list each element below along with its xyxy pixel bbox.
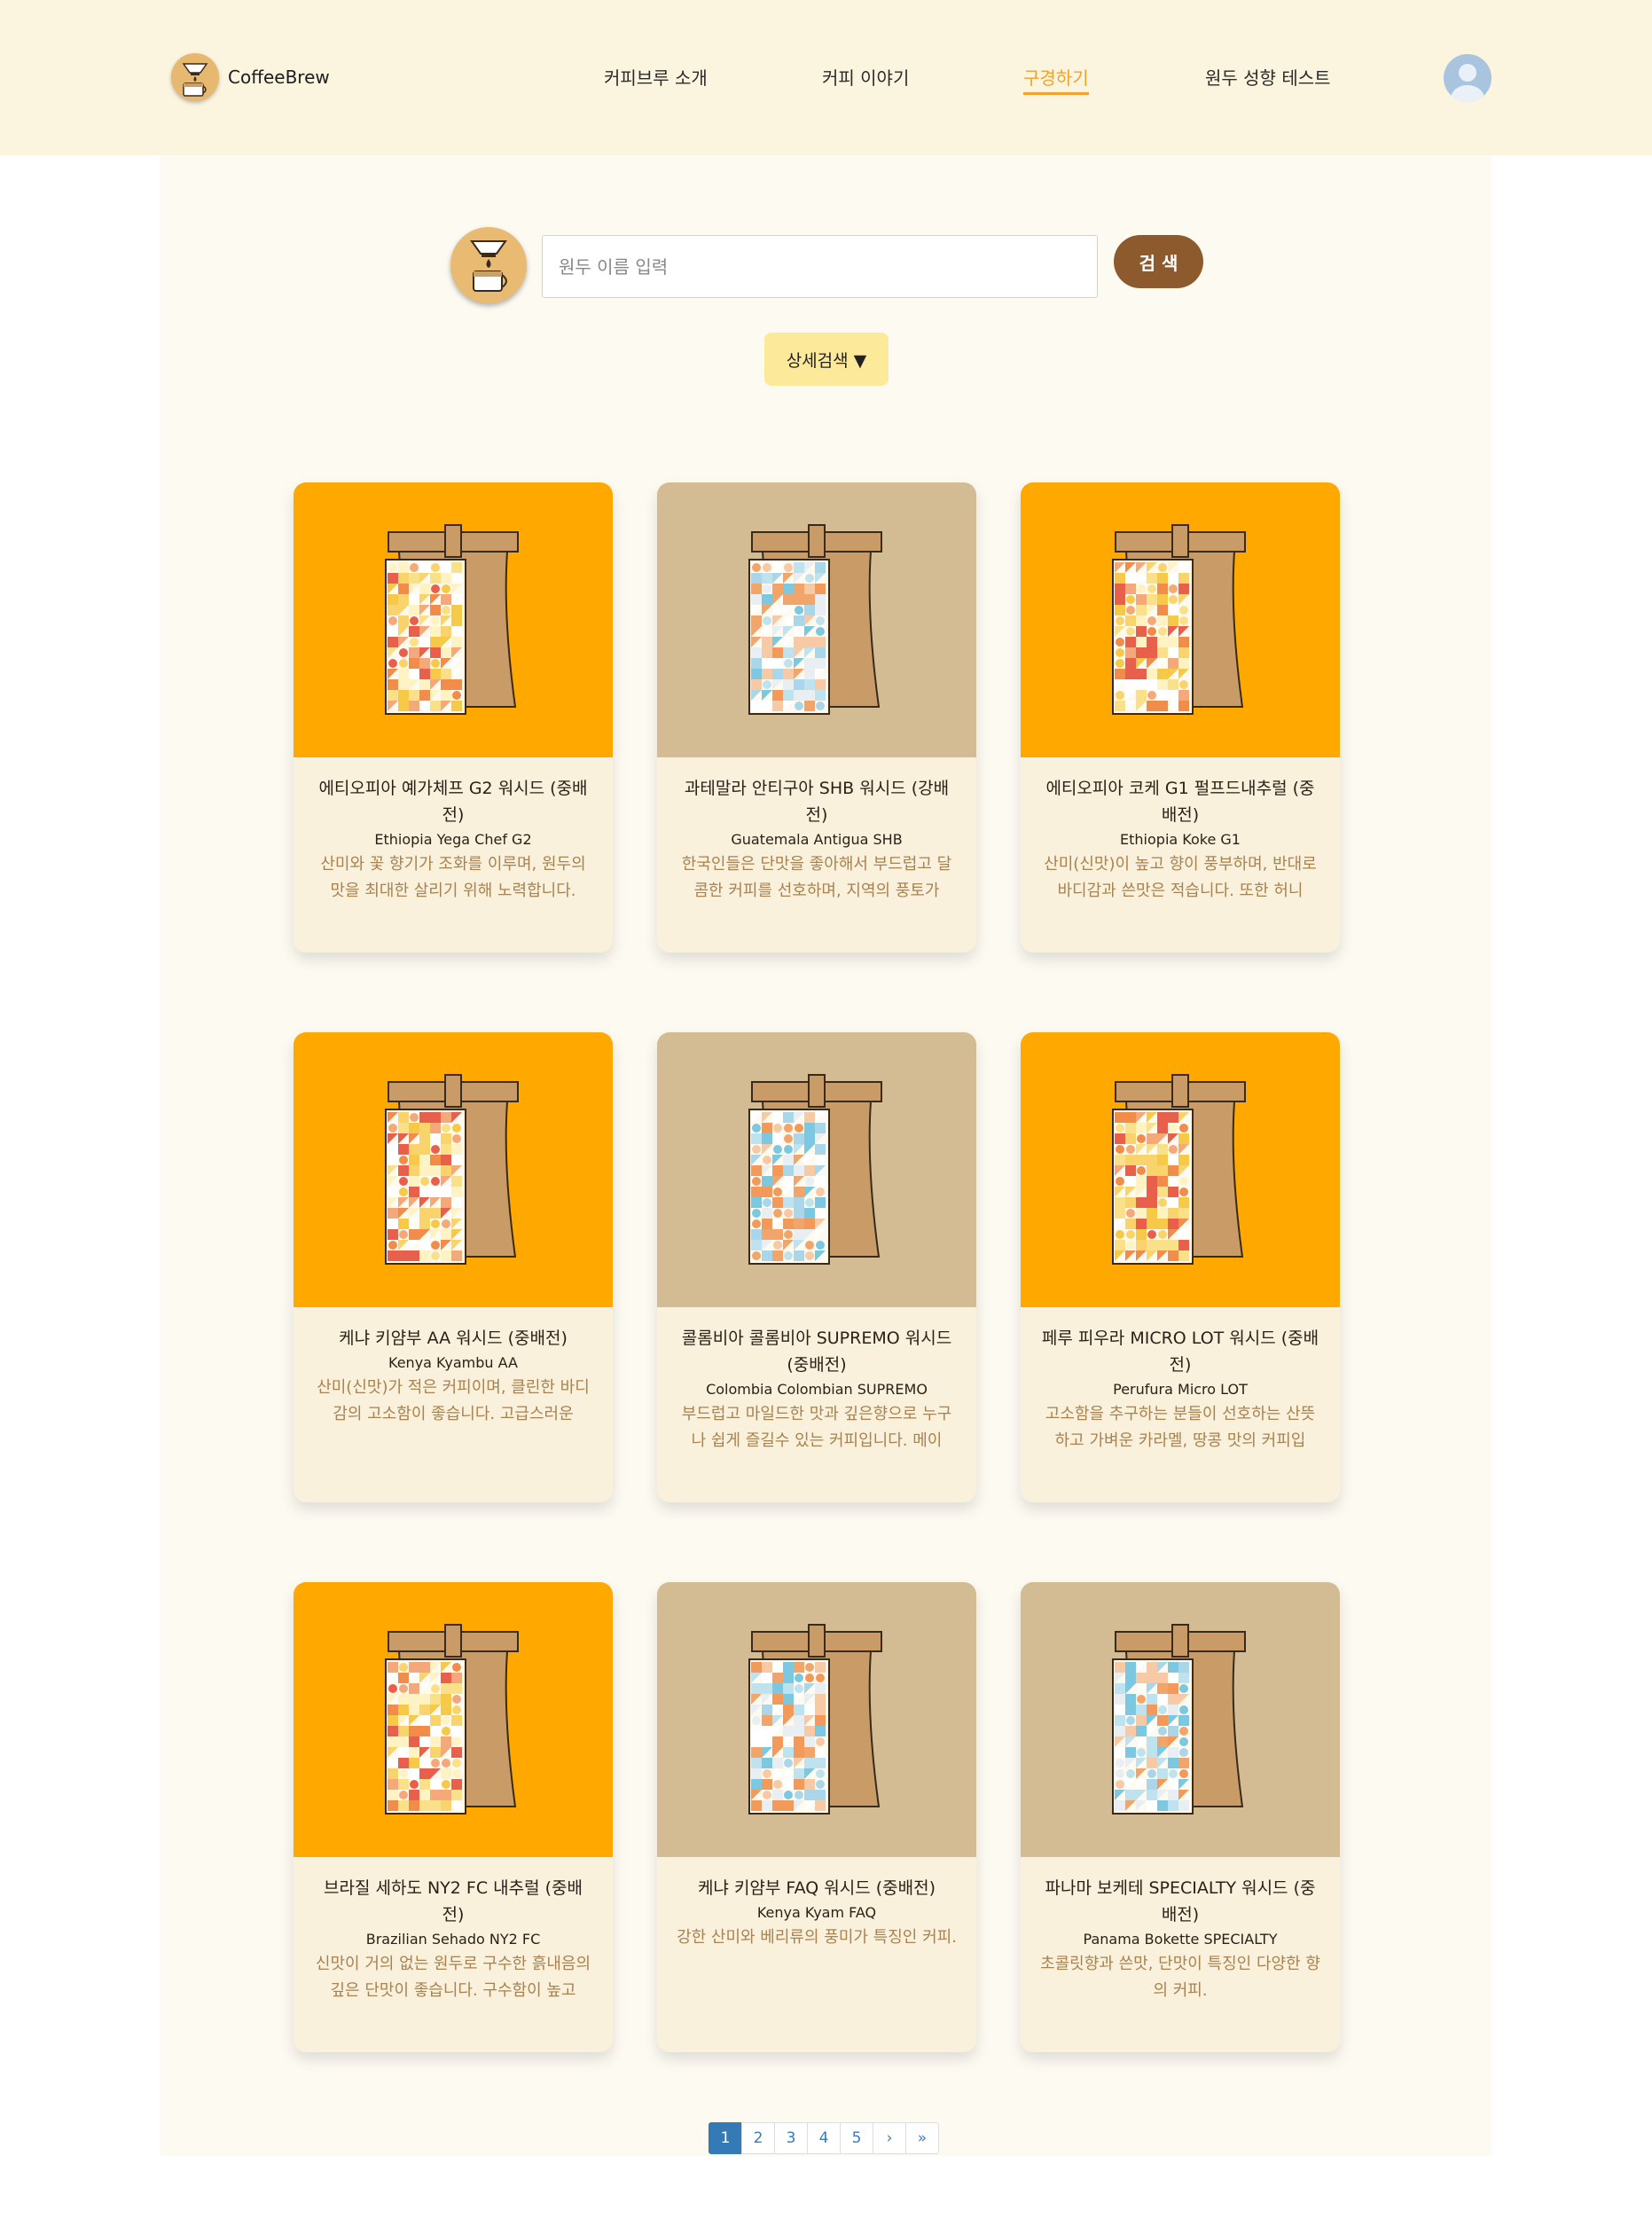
product-card[interactable]: 콜롬비아 콜롬비아 SUPREMO 워시드 (중배전) Colombia Colo… — [657, 1032, 976, 1502]
nav-about[interactable]: 커피브루 소개 — [604, 64, 708, 90]
card-body: 에티오피아 코케 G1 펄프드내추럴 (중배전) Ethiopia Koke G1… — [1021, 757, 1340, 952]
product-card[interactable]: 페루 피우라 MICRO LOT 워시드 (중배전) Perufura Micro… — [1021, 1032, 1340, 1502]
coffee-bag-image[interactable] — [657, 482, 976, 757]
product-description: 초콜릿향과 쓴맛, 단맛이 특징인 다양한 향의 커피. — [1040, 1955, 1320, 2000]
product-english-name: Colombia Colombian SUPREMO — [706, 1381, 928, 1398]
product-name: 에티오피아 코케 G1 펄프드내추럴 (중배전) — [1045, 779, 1315, 825]
product-name: 페루 피우라 MICRO LOT 워시드 (중배전) — [1041, 1329, 1319, 1375]
search-input[interactable] — [542, 235, 1098, 298]
page-3[interactable]: 3 — [774, 2122, 808, 2154]
card-body: 콜롬비아 콜롬비아 SUPREMO 워시드 (중배전) Colombia Colo… — [657, 1307, 976, 1502]
product-name: 과테말라 안티구아 SHB 워시드 (강배전) — [684, 779, 950, 825]
product-english-name: Perufura Micro LOT — [1113, 1381, 1248, 1398]
product-english-name: Kenya Kyam FAQ — [756, 1904, 877, 1921]
card-body: 케냐 키얌부 FAQ 워시드 (중배전) Kenya Kyam FAQ 강한 산미와… — [657, 1857, 976, 2052]
product-english-name: Brazilian Sehado NY2 FC — [365, 1931, 541, 1948]
coffee-bag-image[interactable] — [1021, 482, 1340, 757]
card-body: 에티오피아 예가체프 G2 워시드 (중배전) Ethiopia Yega Che… — [294, 757, 613, 952]
product-english-name: Kenya Kyambu AA — [388, 1354, 518, 1371]
top-navbar: CoffeeBrew 커피브루 소개 커피 이야기 구경하기 원두 성향 테스트 — [0, 0, 1652, 155]
card-body: 케냐 키얌부 AA 워시드 (중배전) Kenya Kyambu AA 산미(신맛)… — [294, 1307, 613, 1502]
coffee-bag-image[interactable] — [657, 1582, 976, 1857]
product-card[interactable]: 케냐 키얌부 FAQ 워시드 (중배전) Kenya Kyam FAQ 강한 산미와… — [657, 1582, 976, 2052]
page-4[interactable]: 4 — [807, 2122, 841, 2154]
coffee-bag-image[interactable] — [294, 1582, 613, 1857]
coffee-bag-image[interactable] — [294, 1032, 613, 1307]
coffee-bag-image[interactable] — [1021, 1032, 1340, 1307]
page-2[interactable]: 2 — [741, 2122, 775, 2154]
product-card[interactable]: 과테말라 안티구아 SHB 워시드 (강배전) Guatemala Antigua… — [657, 482, 976, 952]
product-description: 고소함을 추구하는 분들이 선호하는 산뜻하고 가벼운 카라멜, 땅콩 맛의 커… — [1045, 1405, 1316, 1450]
product-card[interactable]: 파나마 보케테 SPECIALTY 워시드 (중배전) Panama Bokett… — [1021, 1582, 1340, 2052]
brand-logo[interactable]: CoffeeBrew — [171, 53, 330, 101]
product-card[interactable]: 에티오피아 코케 G1 펄프드내추럴 (중배전) Ethiopia Koke G1… — [1021, 482, 1340, 952]
page-1[interactable]: 1 — [709, 2122, 742, 2154]
advanced-search-button[interactable]: 상세검색 ▼ — [764, 333, 889, 386]
coffee-drip-icon — [450, 227, 527, 303]
nav-bean-test[interactable]: 원두 성향 테스트 — [1205, 64, 1331, 90]
coffee-bag-image[interactable] — [657, 1032, 976, 1307]
coffee-bag-image[interactable] — [1021, 1582, 1340, 1857]
pagination: 1 2 3 4 5 › » — [709, 2122, 939, 2154]
card-body: 과테말라 안티구아 SHB 워시드 (강배전) Guatemala Antigua… — [657, 757, 976, 952]
card-body: 브라질 세하도 NY2 FC 내추럴 (중배전) Brazilian Sehado… — [294, 1857, 613, 2052]
page-last[interactable]: » — [905, 2122, 939, 2154]
product-description: 부드럽고 마일드한 맛과 깊은향으로 누구나 쉽게 즐길수 있는 커피입니다. … — [681, 1405, 952, 1450]
brand-name: CoffeeBrew — [228, 67, 330, 88]
page-5[interactable]: 5 — [840, 2122, 873, 2154]
product-description: 산미(신맛)이 높고 향이 풍부하며, 반대로 바디감과 쓴맛은 적습니다. 또… — [1044, 855, 1317, 900]
product-description: 강한 산미와 베리류의 풍미가 특징인 커피. — [677, 1928, 957, 1947]
product-description: 한국인들은 단맛을 좋아해서 부드럽고 달콤한 커피를 선호하며, 지역의 풍토… — [681, 855, 952, 900]
user-avatar-icon[interactable] — [1444, 54, 1491, 102]
product-description: 산미와 꽃 향기가 조화를 이루며, 원두의 맛을 최대한 살리기 위해 노력합… — [320, 855, 586, 900]
product-card[interactable]: 케냐 키얌부 AA 워시드 (중배전) Kenya Kyambu AA 산미(신맛)… — [294, 1032, 613, 1502]
product-english-name: Guatemala Antigua SHB — [731, 831, 903, 848]
card-body: 페루 피우라 MICRO LOT 워시드 (중배전) Perufura Micro… — [1021, 1307, 1340, 1502]
product-name: 브라질 세하도 NY2 FC 내추럴 (중배전) — [324, 1878, 583, 1924]
product-english-name: Panama Bokette SPECIALTY — [1083, 1931, 1278, 1948]
coffee-logo-icon — [171, 53, 219, 101]
product-name: 케냐 키얌부 AA 워시드 (중배전) — [339, 1329, 568, 1348]
product-name: 케냐 키얌부 FAQ 워시드 (중배전) — [697, 1878, 936, 1898]
product-english-name: Ethiopia Yega Chef G2 — [374, 831, 532, 848]
product-card[interactable]: 에티오피아 예가체프 G2 워시드 (중배전) Ethiopia Yega Che… — [294, 482, 613, 952]
product-name: 파나마 보케테 SPECIALTY 워시드 (중배전) — [1045, 1878, 1316, 1924]
nav-coffee-story[interactable]: 커피 이야기 — [822, 64, 909, 90]
search-button[interactable]: 검 색 — [1114, 235, 1203, 288]
card-body: 파나마 보케테 SPECIALTY 워시드 (중배전) Panama Bokett… — [1021, 1857, 1340, 2052]
coffee-bag-image[interactable] — [294, 482, 613, 757]
product-card[interactable]: 브라질 세하도 NY2 FC 내추럴 (중배전) Brazilian Sehado… — [294, 1582, 613, 2052]
nav-browse[interactable]: 구경하기 — [1023, 64, 1089, 95]
product-name: 에티오피아 예가체프 G2 워시드 (중배전) — [318, 779, 588, 825]
product-english-name: Ethiopia Koke G1 — [1120, 831, 1241, 848]
product-description: 신맛이 거의 없는 원두로 구수한 흙내음의 깊은 단맛이 좋습니다. 구수함이… — [315, 1955, 591, 2000]
page-next[interactable]: › — [873, 2122, 906, 2154]
product-name: 콜롬비아 콜롬비아 SUPREMO 워시드 (중배전) — [681, 1329, 952, 1375]
product-description: 산미(신맛)가 적은 커피이며, 클린한 바디감의 고소함이 좋습니다. 고급스… — [317, 1378, 590, 1423]
